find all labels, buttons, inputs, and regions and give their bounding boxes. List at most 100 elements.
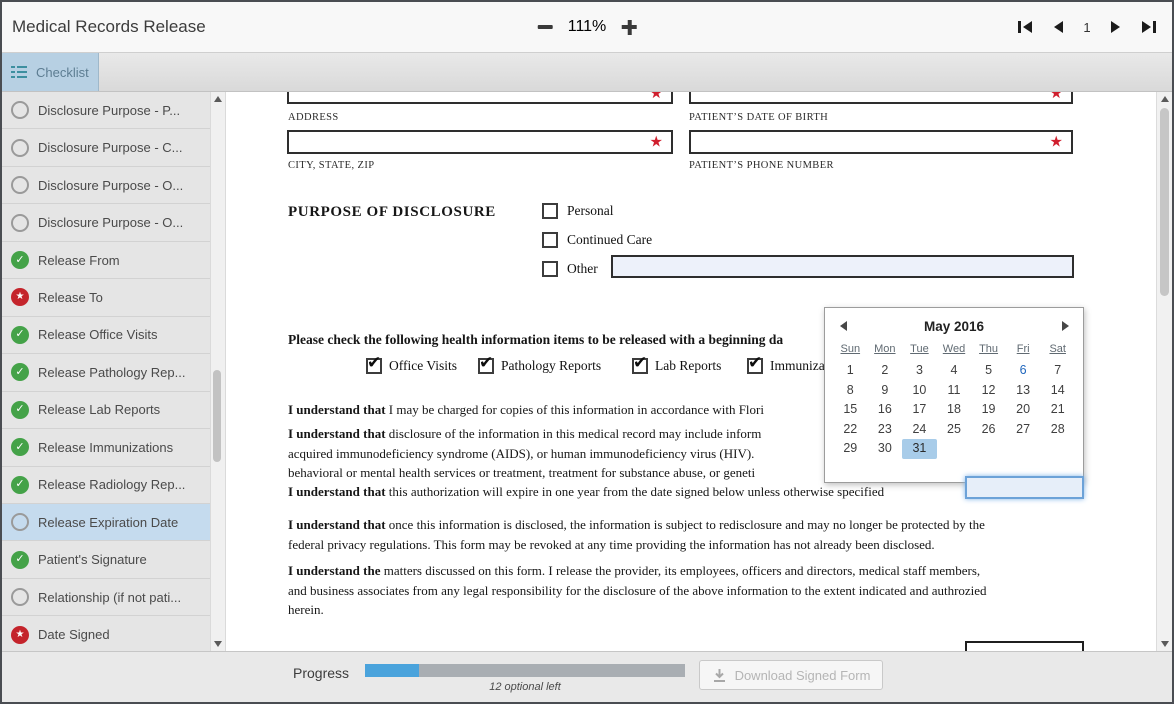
calendar-day[interactable]: 30 [868, 439, 903, 459]
phone-field[interactable]: ★ [689, 130, 1073, 154]
calendar-day[interactable]: 16 [868, 400, 903, 420]
calendar-day[interactable]: 31 [902, 439, 937, 459]
sidebar-item-disclosure-purpose-o[interactable]: Disclosure Purpose - O... [2, 166, 210, 205]
partial-field[interactable] [965, 641, 1084, 651]
check-circle-icon: ✓ [11, 475, 29, 494]
checkbox-unchecked-icon[interactable] [542, 232, 558, 248]
check-circle-icon: ✓ [11, 251, 29, 270]
checkbox-unchecked-icon[interactable] [542, 261, 558, 277]
document-scrollbar[interactable] [1156, 92, 1172, 651]
optional-left-text: 12 optional left [489, 681, 561, 693]
previous-page-button[interactable] [1049, 19, 1067, 35]
calendar-day[interactable]: 1 [833, 361, 868, 381]
sidebar-item-release-radiology-rep[interactable]: ✓ Release Radiology Rep... [2, 466, 210, 504]
calendar-day[interactable]: 6 [1006, 361, 1041, 381]
sidebar-item-date-signed[interactable]: ★ Date Signed [2, 616, 210, 651]
sidebar-item-label: Release From [38, 252, 120, 268]
calendar-day[interactable]: 11 [937, 381, 972, 401]
calendar-day[interactable]: 21 [1040, 400, 1075, 420]
sidebar-item-label: Release Radiology Rep... [38, 477, 186, 493]
expiration-date-input[interactable] [965, 476, 1084, 499]
sidebar-item-label: Disclosure Purpose - C... [38, 140, 183, 156]
calendar-day[interactable]: 23 [868, 420, 903, 440]
sidebar-item-disclosure-purpose-p[interactable]: Disclosure Purpose - P... [2, 92, 210, 130]
calendar-day[interactable]: 29 [833, 439, 868, 459]
address-field[interactable]: ★ [287, 92, 673, 104]
calendar-day[interactable]: 3 [902, 361, 937, 381]
skip-first-icon [1018, 21, 1032, 33]
calendar-day[interactable]: 17 [902, 400, 937, 420]
scroll-up-icon[interactable] [1160, 96, 1169, 102]
sidebar-item-release-from[interactable]: ✓ Release From [2, 241, 210, 280]
zoom-out-button[interactable] [536, 18, 554, 36]
calendar-day[interactable]: 25 [937, 420, 972, 440]
sidebar-item-disclosure-purpose-c[interactable]: Disclosure Purpose - C... [2, 129, 210, 167]
calendar-day[interactable]: 24 [902, 420, 937, 440]
scroll-up-icon[interactable] [214, 96, 222, 102]
purpose-option-label: Other [567, 261, 598, 276]
sidebar-scrollbar-thumb[interactable] [213, 370, 221, 462]
calendar-day[interactable]: 22 [833, 420, 868, 440]
purpose-heading: PURPOSE OF DISCLOSURE [288, 204, 496, 220]
required-star-icon: ★ [1049, 92, 1063, 102]
sidebar-item-label: Disclosure Purpose - O... [38, 177, 184, 193]
sidebar-item-disclosure-purpose-o[interactable]: Disclosure Purpose - O... [2, 204, 210, 242]
checkbox-checked-icon[interactable] [632, 353, 648, 374]
scroll-down-icon[interactable] [1160, 641, 1169, 647]
sidebar-item-patient-s-signature[interactable]: ✓ Patient's Signature [2, 541, 210, 579]
calendar-day[interactable]: 18 [937, 400, 972, 420]
calendar-day[interactable]: 27 [1006, 420, 1041, 440]
download-signed-form-button[interactable]: Download Signed Form [699, 660, 883, 690]
calendar-day[interactable]: 2 [868, 361, 903, 381]
document-page: ★ ★ ADDRESS PATIENT’S DATE OF BIRTH ★ ★ … [226, 92, 1156, 651]
sidebar-item-release-office-visits[interactable]: ✓ Release Office Visits [2, 316, 210, 355]
zoom-in-button[interactable] [620, 18, 638, 36]
checkbox-checked-icon[interactable] [478, 353, 494, 374]
progress-fill [365, 664, 420, 677]
calendar-day[interactable]: 12 [971, 381, 1006, 401]
document-scrollbar-thumb[interactable] [1159, 108, 1169, 296]
sidebar-scrollbar[interactable] [210, 92, 226, 651]
last-page-button[interactable] [1140, 19, 1158, 35]
calendar-day[interactable]: 7 [1040, 361, 1075, 381]
calendar-day[interactable]: 5 [971, 361, 1006, 381]
first-page-button[interactable] [1016, 19, 1034, 35]
dob-field[interactable]: ★ [689, 92, 1073, 104]
scroll-down-icon[interactable] [214, 641, 222, 647]
checkbox-checked-icon[interactable] [366, 353, 382, 374]
next-page-button[interactable] [1107, 19, 1125, 35]
empty-circle-icon [11, 101, 29, 120]
sidebar-item-release-expiration-date[interactable]: Release Expiration Date [2, 503, 210, 542]
calendar-day[interactable]: 26 [971, 420, 1006, 440]
city-state-zip-field[interactable]: ★ [287, 130, 673, 154]
page-navigation: 1 [1016, 19, 1158, 35]
calendar-day[interactable]: 19 [971, 400, 1006, 420]
checkbox-checked-icon[interactable] [747, 353, 763, 374]
calendar-day[interactable]: 14 [1040, 381, 1075, 401]
required-star-icon: ★ [1049, 132, 1063, 151]
calendar-weekday: Thu [979, 343, 999, 355]
other-input[interactable] [611, 255, 1074, 278]
calendar-prev-button[interactable] [833, 318, 853, 334]
calendar-day[interactable]: 4 [937, 361, 972, 381]
calendar-day[interactable]: 13 [1006, 381, 1041, 401]
checklist-button[interactable]: Checklist [2, 53, 99, 91]
calendar-day[interactable]: 20 [1006, 400, 1041, 420]
sidebar-item-release-to[interactable]: ★ Release To [2, 279, 210, 317]
empty-circle-icon [11, 176, 29, 195]
sidebar-item-release-immunizations[interactable]: ✓ Release Immunizations [2, 429, 210, 467]
calendar-day[interactable]: 9 [868, 381, 903, 401]
calendar-day[interactable]: 10 [902, 381, 937, 401]
calendar-weekday: Sat [1049, 343, 1066, 355]
calendar-next-button[interactable] [1055, 318, 1075, 334]
calendar-day[interactable]: 8 [833, 381, 868, 401]
calendar-day[interactable]: 15 [833, 400, 868, 420]
sidebar-item-release-lab-reports[interactable]: ✓ Release Lab Reports [2, 391, 210, 430]
dob-label: PATIENT’S DATE OF BIRTH [689, 112, 829, 123]
checkbox-unchecked-icon[interactable] [542, 203, 558, 219]
star-circle-icon: ★ [11, 288, 29, 307]
sidebar-item-release-pathology-rep[interactable]: ✓ Release Pathology Rep... [2, 354, 210, 392]
sidebar-item-label: Release Office Visits [38, 327, 158, 343]
sidebar-item-relationship-if-not-pati[interactable]: Relationship (if not pati... [2, 578, 210, 617]
calendar-day[interactable]: 28 [1040, 420, 1075, 440]
